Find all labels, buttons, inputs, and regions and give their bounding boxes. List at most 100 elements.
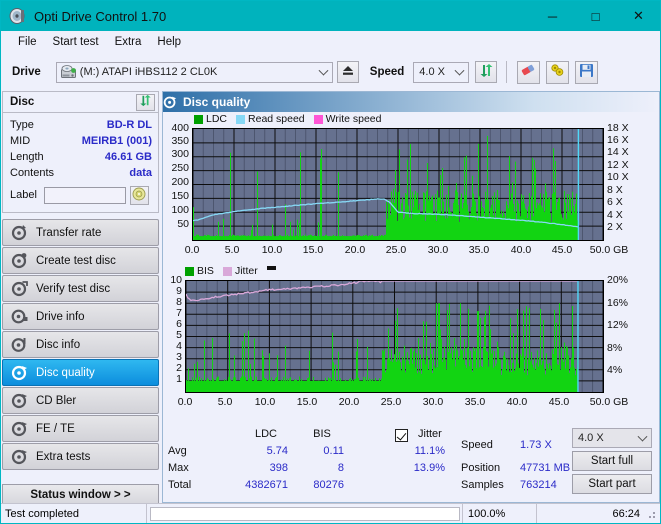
ldc-xtick: 40.0 [510, 244, 532, 256]
chevron-down-icon [637, 431, 648, 442]
bis-ytick: 2 [176, 362, 182, 374]
legend-swatch-icon [313, 114, 323, 124]
disc-label-input[interactable] [43, 186, 126, 204]
refresh-button[interactable] [475, 61, 498, 83]
jitter-checkbox[interactable] [395, 429, 408, 442]
drive-info-icon [11, 308, 28, 325]
sidebar-item-disc-quality[interactable]: Disc quality [2, 359, 159, 386]
disc-row-value: BD-R DL [106, 119, 152, 131]
menu-item-extra[interactable]: Extra [107, 34, 150, 50]
drive-select[interactable]: (M:) ATAPI iHBS112 2 CL0K [55, 61, 333, 83]
bis-y2tick: 8% [607, 342, 623, 354]
ldc-plot-svg [192, 129, 604, 240]
legend-swatch-icon [236, 114, 246, 124]
drive-label: Drive [12, 66, 41, 78]
ldc-ytick: 400 [171, 122, 189, 134]
bis-xtick: 0.0 [177, 396, 193, 408]
ldc-xtick: 35.0 [468, 244, 490, 256]
ldc-plot-area[interactable] [192, 128, 604, 241]
bis-xtick: 45.0 [548, 396, 570, 408]
menu-item-file[interactable]: File [10, 34, 45, 50]
test-speed-value: 4.0 X [578, 432, 604, 444]
stats-avg-jitter: 11.1% [414, 445, 445, 457]
eject-icon [341, 64, 355, 80]
bis-xtick: 40.0 [506, 396, 528, 408]
start-part-button[interactable]: Start part [572, 474, 652, 494]
ldc-y2tick: 2 X [607, 221, 623, 233]
status-window-button[interactable]: Status window > > [2, 484, 159, 505]
stats-total-ldc: 4382671 [245, 479, 288, 491]
disc-refresh-button[interactable] [136, 93, 155, 111]
refresh-icon [479, 63, 494, 81]
legend-entry-read-speed: Read speed [236, 113, 305, 125]
minimize-button[interactable]: ─ [531, 1, 574, 31]
status-bar: Test completed 100.0% 66:24 [1, 503, 660, 523]
position-stat-value: 47731 MB [520, 462, 571, 474]
bis-plot-svg [185, 280, 604, 392]
menu-item-help[interactable]: Help [149, 34, 189, 50]
ldc-chart-legend: LDC Read speed Write speed [194, 113, 387, 125]
disc-row-length: Length 46.61 GB [3, 149, 158, 165]
resize-grip-icon[interactable] [645, 508, 657, 520]
stats-avg-ldc: 5.74 [266, 445, 288, 457]
ldc-ytick: 100 [171, 204, 189, 216]
legend-swatch-icon [222, 266, 232, 276]
disc-row-mid: MID MEIRB1 (001) [3, 133, 158, 149]
legend-marker-icon [266, 266, 276, 270]
save-button[interactable] [575, 60, 599, 84]
stats-row-label-avg: Avg [168, 445, 187, 457]
sidebar-item-fe-te[interactable]: FE / TE [2, 415, 159, 442]
maximize-button[interactable]: □ [574, 1, 617, 31]
tools-button[interactable] [546, 60, 570, 84]
menu-item-start-test[interactable]: Start test [45, 34, 107, 50]
sidebar-item-verify-test-disc[interactable]: Verify test disc [2, 275, 159, 302]
bis-ytick: 1 [176, 373, 182, 385]
status-message: Test completed [1, 503, 147, 523]
chevron-down-icon [454, 65, 465, 76]
drive-icon [60, 65, 76, 79]
bis-xtick: 50.0 GB [589, 396, 629, 408]
bis-y2tick: 16% [607, 297, 629, 309]
disc-extra-icon [11, 448, 28, 465]
bis-plot-area[interactable] [185, 280, 604, 393]
disc-quality-icon [11, 364, 28, 381]
disc-row-value: MEIRB1 (001) [81, 135, 152, 147]
ldc-xtick: 45.0 [551, 244, 573, 256]
stats-col-ldc: LDC [254, 428, 277, 440]
speed-select[interactable]: 4.0 X [413, 61, 470, 83]
ldc-y2tick: 14 X [607, 146, 629, 158]
test-speed-select[interactable]: 4.0 X [572, 428, 652, 448]
erase-button[interactable] [517, 60, 541, 84]
toolbar-divider [506, 61, 508, 83]
sidebar-item-extra-tests[interactable]: Extra tests [2, 443, 159, 470]
ldc-xtick: 0.0 [184, 244, 200, 256]
eject-button[interactable] [336, 61, 359, 83]
start-full-button[interactable]: Start full [572, 451, 652, 471]
sidebar-item-drive-info[interactable]: Drive info [2, 303, 159, 330]
disc-row-value: data [129, 167, 152, 179]
disc-row-key: Length [10, 151, 44, 163]
ldc-chart: LDC Read speed Write speed 400 350 300 2… [163, 112, 660, 264]
disc-label-button[interactable] [129, 185, 149, 205]
sidebar-item-transfer-rate[interactable]: Transfer rate [2, 219, 159, 246]
ldc-xtick: 50.0 GB [589, 244, 629, 256]
speed-stat-value: 1.73 X [520, 439, 552, 451]
elapsed-time: 66:24 [612, 507, 640, 520]
legend-swatch-icon [194, 114, 203, 124]
bis-y2tick: 4% [607, 364, 623, 376]
disc-panel: Disc Type BD-R DL MID MEIRB1 (001) Lengt… [2, 91, 159, 213]
ldc-ytick: 150 [171, 190, 189, 202]
sidebar-item-disc-info[interactable]: Disc info [2, 331, 159, 358]
stats-row-label-total: Total [168, 479, 192, 491]
bis-ytick: 10 [170, 274, 182, 286]
ldc-xtick: 15.0 [302, 244, 324, 256]
ldc-y2tick: 8 X [607, 184, 623, 196]
close-button[interactable]: ✕ [617, 1, 660, 31]
title-bar: Opti Drive Control 1.70 ─ □ ✕ [1, 1, 660, 31]
sidebar-item-cd-bler[interactable]: CD Bler [2, 387, 159, 414]
progress-bar [149, 506, 460, 521]
legend-entry-bis: BIS [185, 265, 214, 277]
progress-cell [147, 503, 463, 523]
bis-ytick: 9 [176, 285, 182, 297]
sidebar-item-create-test-disc[interactable]: Create test disc [2, 247, 159, 274]
